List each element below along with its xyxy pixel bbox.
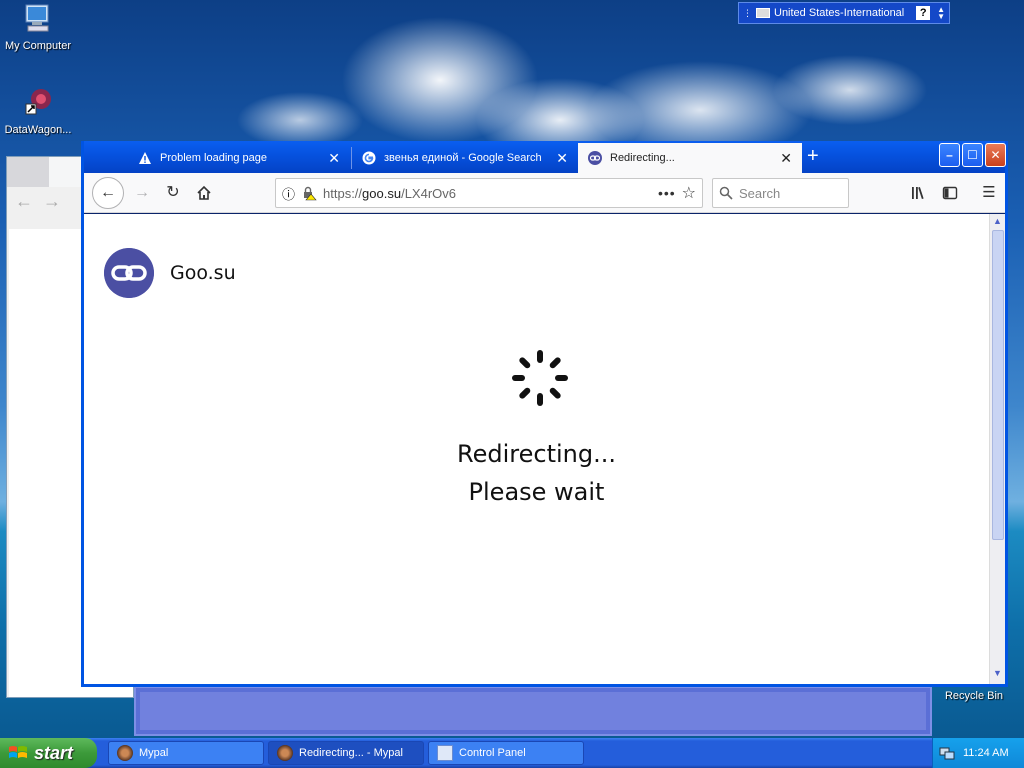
back-button[interactable]: ←	[92, 177, 124, 209]
library-button[interactable]	[905, 179, 933, 207]
hamburger-icon: ☰	[982, 184, 996, 201]
close-tab-icon[interactable]: ✕	[328, 150, 340, 167]
reload-button[interactable]: ↻	[159, 179, 187, 207]
scroll-up-icon[interactable]: ▲	[990, 216, 1005, 230]
sidebar-icon	[942, 186, 958, 200]
url-scheme: https://	[323, 185, 363, 201]
url-host: goo.su	[362, 185, 402, 201]
taskbar-item-redirecting[interactable]: Redirecting... - Mypal	[268, 741, 424, 765]
desktop-icon-datawagon[interactable]: DataWagon...	[0, 86, 76, 136]
browser-window[interactable]: Problem loading page ✕ звенья единой - G…	[81, 141, 1008, 687]
language-bar[interactable]: ⋮ United States-International ? ▲ ▼	[738, 2, 950, 24]
minimize-button[interactable]: –	[939, 143, 960, 167]
scroll-thumb[interactable]	[992, 230, 1004, 540]
tab-problem-loading[interactable]: Problem loading page ✕	[128, 143, 350, 173]
tab-redirecting[interactable]: Redirecting... ✕	[578, 143, 802, 173]
background-nav-arrows: ← →	[15, 191, 62, 211]
start-label: start	[34, 742, 74, 763]
control-panel-icon	[437, 745, 453, 761]
menu-button[interactable]: ☰	[975, 179, 1003, 207]
vertical-scrollbar[interactable]: ▲ ▼	[989, 214, 1005, 684]
search-placeholder: Search	[739, 185, 781, 201]
site-name[interactable]: Goo.su	[170, 262, 236, 284]
network-icon[interactable]	[939, 745, 955, 761]
sidebar-button[interactable]	[936, 179, 964, 207]
tab-strip: Problem loading page ✕ звенья единой - G…	[84, 141, 1006, 173]
home-button[interactable]	[190, 179, 218, 207]
goo-su-logo[interactable]	[104, 248, 154, 298]
search-icon	[719, 186, 733, 200]
navigation-toolbar: ← → ↻ ⓘ https://goo.su/LX4rOv6 ••• ☆ Sea…	[84, 173, 1005, 213]
desktop-icon-label: Recycle Bin	[944, 690, 1004, 702]
close-tab-icon[interactable]: ✕	[556, 150, 568, 167]
desktop-icon-label: DataWagon...	[4, 124, 72, 136]
clock[interactable]: 11:24 AM	[963, 747, 1009, 759]
taskbar-item-label: Control Panel	[459, 747, 526, 759]
loading-spinner-icon	[512, 350, 568, 406]
goo-su-link-icon	[588, 151, 602, 165]
language-label[interactable]: United States-International	[774, 7, 904, 19]
tab-title: звенья единой - Google Search	[384, 152, 542, 164]
address-bar[interactable]: ⓘ https://goo.su/LX4rOv6 ••• ☆	[275, 178, 703, 208]
datawagon-icon	[25, 89, 51, 115]
bookmark-star-icon[interactable]: ☆	[682, 183, 696, 203]
langbar-options-icon[interactable]: ▲ ▼	[937, 6, 945, 21]
wait-message: Please wait	[468, 478, 605, 506]
help-icon[interactable]: ?	[916, 6, 931, 20]
tab-title: Problem loading page	[160, 152, 268, 164]
page-actions-icon[interactable]: •••	[658, 185, 676, 201]
google-icon	[362, 151, 376, 165]
redirect-message: Redirecting...	[457, 440, 616, 468]
search-bar[interactable]: Search	[712, 178, 849, 208]
taskbar-item-label: Mypal	[139, 747, 169, 759]
start-button[interactable]: start	[0, 738, 97, 768]
home-icon	[197, 185, 211, 200]
url-path: /LX4rOv6	[401, 185, 457, 201]
desktop-icon-label: My Computer	[4, 40, 72, 52]
tab-title: Redirecting...	[610, 152, 675, 164]
windows-flag-icon	[9, 746, 27, 758]
mypal-icon	[117, 745, 133, 761]
system-tray: 11:24 AM	[932, 738, 1024, 768]
info-icon[interactable]: ⓘ	[282, 184, 295, 203]
warning-icon	[139, 152, 151, 164]
page-content: Goo.su Redirecting... Please wait	[84, 214, 989, 684]
scroll-down-icon[interactable]: ▼	[990, 668, 1005, 682]
taskbar-item-mypal[interactable]: Mypal	[108, 741, 264, 765]
keyboard-icon	[756, 8, 770, 18]
close-tab-icon[interactable]: ✕	[780, 150, 792, 167]
new-tab-button[interactable]: +	[807, 145, 819, 168]
library-icon	[912, 187, 924, 200]
computer-icon	[25, 4, 49, 32]
tab-google-search[interactable]: звенья единой - Google Search ✕	[352, 143, 578, 173]
close-window-button[interactable]: ✕	[985, 143, 1006, 167]
desktop-icon-my-computer[interactable]: My Computer	[0, 2, 76, 52]
desktop-icon-recycle-bin[interactable]: Recycle Bin	[936, 690, 1012, 702]
taskbar-item-control-panel[interactable]: Control Panel	[428, 741, 584, 765]
insecure-lock-icon[interactable]	[301, 185, 317, 201]
background-control-panel-window[interactable]	[134, 686, 932, 736]
mypal-icon	[277, 745, 293, 761]
taskbar: start Mypal Redirecting... - Mypal Contr…	[0, 738, 1024, 768]
taskbar-item-label: Redirecting... - Mypal	[299, 747, 403, 759]
maximize-button[interactable]: ☐	[962, 143, 983, 167]
grip-icon: ⋮	[743, 7, 752, 18]
forward-button[interactable]: →	[128, 179, 156, 207]
